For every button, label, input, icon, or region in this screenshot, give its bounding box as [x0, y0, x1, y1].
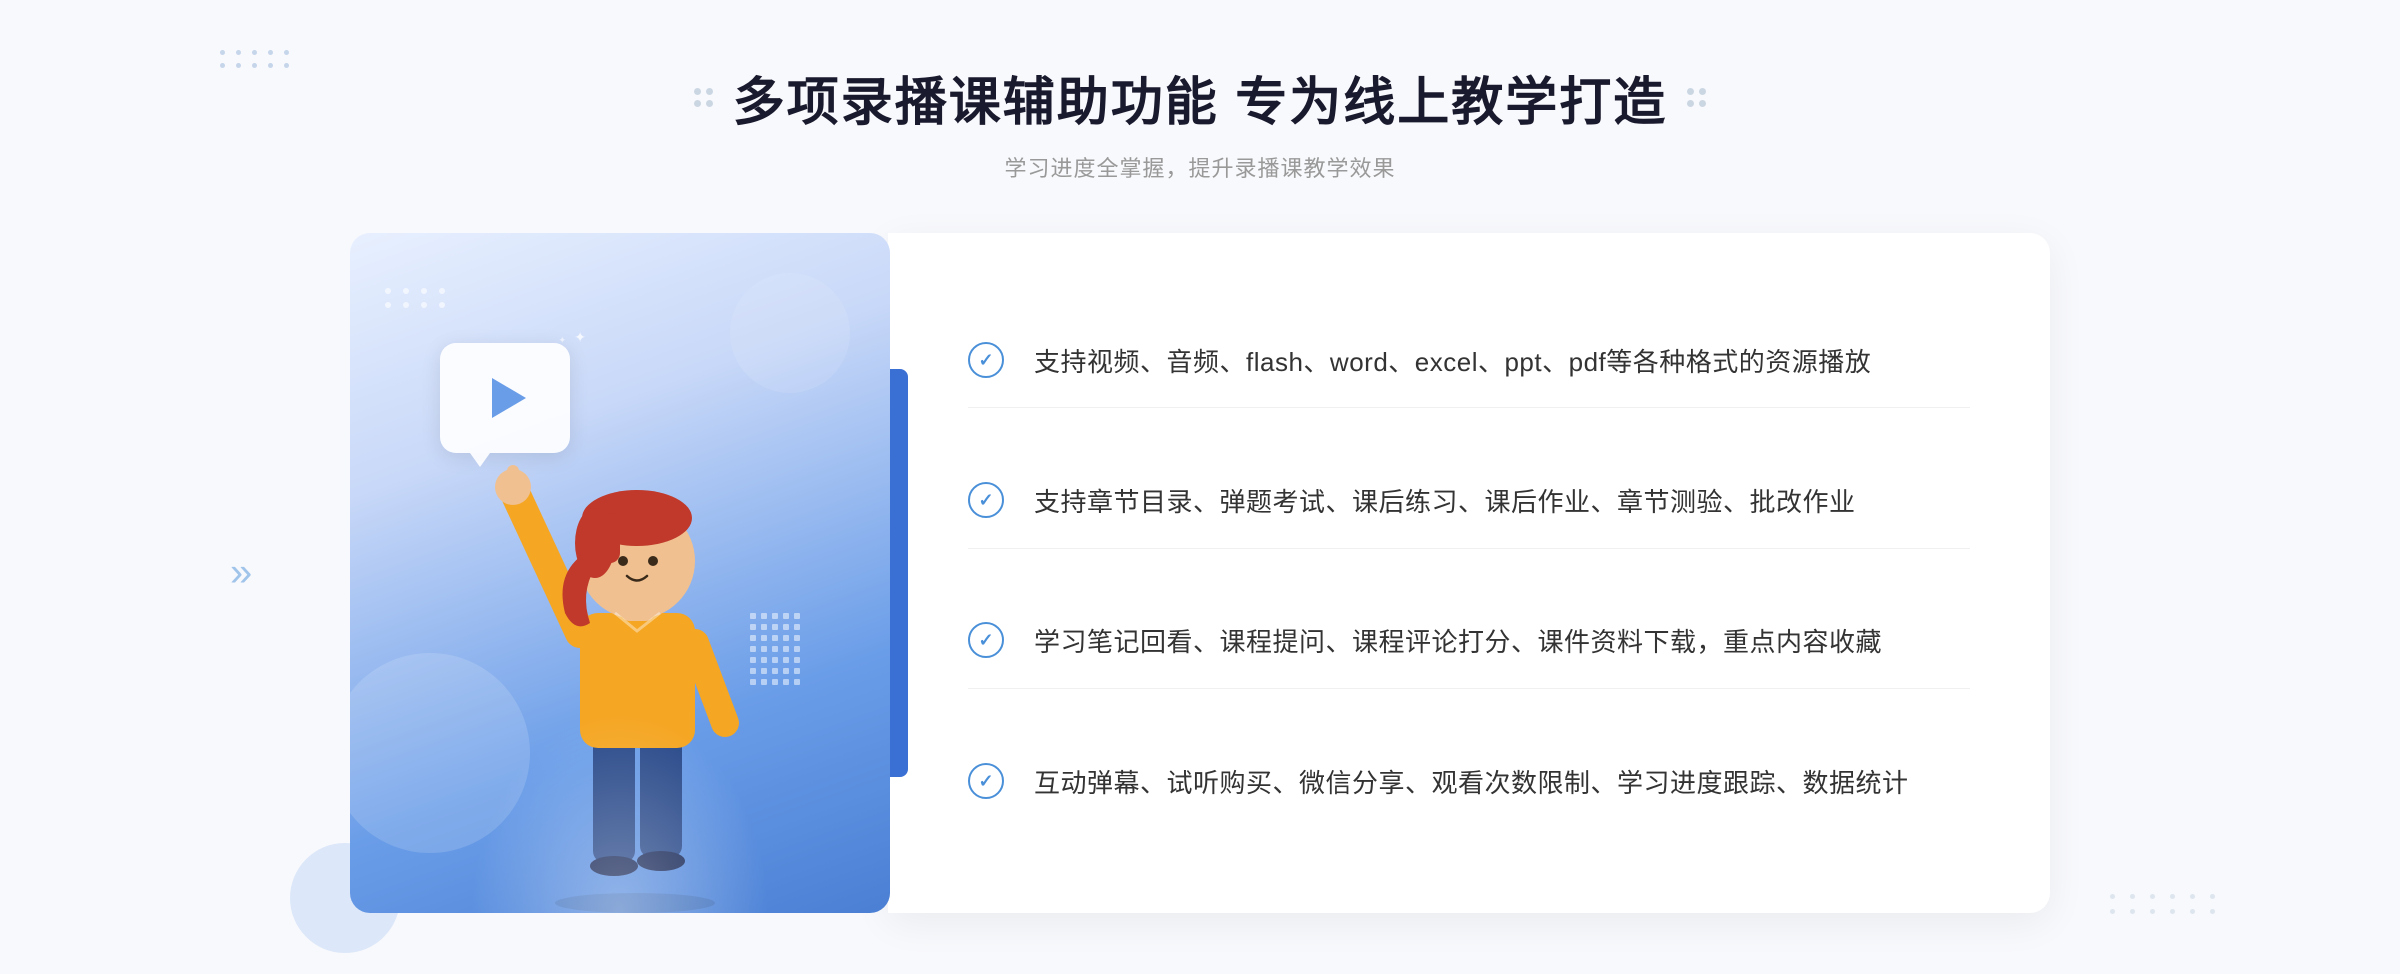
checkmark-4: ✓: [978, 772, 993, 790]
main-content: »: [350, 233, 2050, 913]
accent-bar: [890, 369, 908, 777]
feature-item-1: ✓ 支持视频、音频、flash、word、excel、ppt、pdf等各种格式的…: [968, 318, 1970, 409]
features-panel: ✓ 支持视频、音频、flash、word、excel、ppt、pdf等各种格式的…: [888, 233, 2050, 913]
title-right-dots: [1687, 88, 1706, 107]
small-dots-top: [385, 288, 449, 308]
glow-effect: [470, 713, 770, 913]
deco-circle-medium: [730, 273, 850, 393]
title-left-dots: [694, 88, 713, 107]
dot-pattern-top-left: [220, 50, 292, 68]
checkmark-2: ✓: [978, 491, 993, 509]
illustration-inner: ✦ ✦: [350, 233, 890, 913]
checkmark-3: ✓: [978, 631, 993, 649]
feature-item-3: ✓ 学习笔记回看、课程提问、课程评论打分、课件资料下载，重点内容收藏: [968, 598, 1970, 689]
feature-item-2: ✓ 支持章节目录、弹题考试、课后练习、课后作业、章节测验、批改作业: [968, 458, 1970, 549]
check-icon-2: ✓: [968, 482, 1004, 518]
checkmark-1: ✓: [978, 351, 993, 369]
feature-text-3: 学习笔记回看、课程提问、课程评论打分、课件资料下载，重点内容收藏: [1034, 622, 1882, 664]
feature-text-1: 支持视频、音频、flash、word、excel、ppt、pdf等各种格式的资源…: [1034, 342, 1871, 384]
header-section: 多项录播课辅助功能 专为线上教学打造 学习进度全掌握，提升录播课教学效果: [694, 60, 1706, 183]
page-title: 多项录播课辅助功能 专为线上教学打造: [733, 60, 1667, 135]
check-icon-3: ✓: [968, 622, 1004, 658]
dot-pattern-bottom-right: [2110, 894, 2220, 914]
left-chevrons: »: [230, 551, 244, 596]
page-subtitle: 学习进度全掌握，提升录播课教学效果: [694, 151, 1706, 183]
feature-text-4: 互动弹幕、试听购买、微信分享、观看次数限制、学习进度跟踪、数据统计: [1034, 763, 1909, 805]
check-icon-4: ✓: [968, 763, 1004, 799]
check-icon-1: ✓: [968, 342, 1004, 378]
title-row: 多项录播课辅助功能 专为线上教学打造: [694, 60, 1706, 135]
page-container: 多项录播课辅助功能 专为线上教学打造 学习进度全掌握，提升录播课教学效果 »: [0, 0, 2400, 974]
illustration-card: ✦ ✦: [350, 233, 890, 913]
feature-text-2: 支持章节目录、弹题考试、课后练习、课后作业、章节测验、批改作业: [1034, 482, 1856, 524]
feature-item-4: ✓ 互动弹幕、试听购买、微信分享、观看次数限制、学习进度跟踪、数据统计: [968, 739, 1970, 829]
